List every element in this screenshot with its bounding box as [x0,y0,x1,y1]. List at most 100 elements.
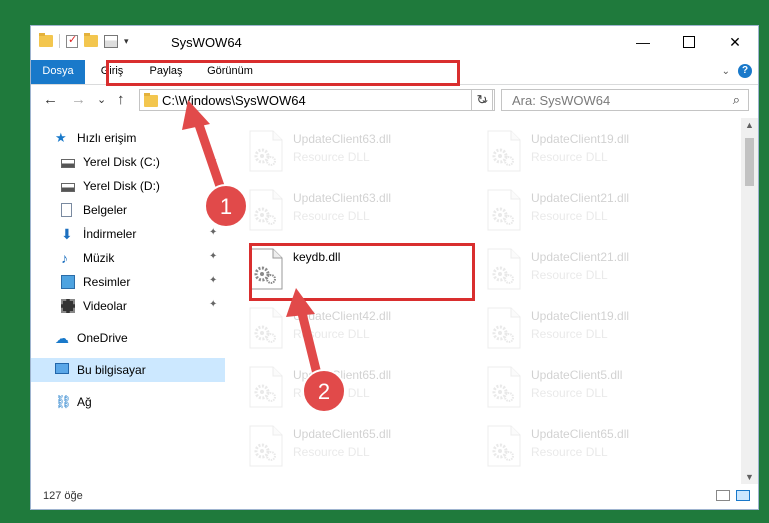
help-icon[interactable]: ? [738,64,752,78]
video-icon [61,299,75,313]
address-highlight-box [106,60,460,86]
drive-icon [61,183,75,192]
file-type: Resource DLL [293,150,370,164]
network-icon: ⛓ [55,394,72,409]
search-box[interactable]: Ara: SysWOW64 ⌕ [501,89,749,111]
nav-item-videos[interactable]: Videolar ✦ [31,294,225,318]
file-item[interactable]: UpdateClient65.dll Resource DLL [249,362,469,414]
dll-file-icon [249,189,283,231]
file-list: UpdateClient63.dll Resource DLL UpdateClie… [225,118,745,484]
nav-item-onedrive[interactable]: ☁ OneDrive [31,326,225,350]
file-name: UpdateClient63.dll [293,191,392,205]
dll-file-icon [487,425,521,467]
nav-item-quick-access[interactable]: ★ Hızlı erişim [31,126,225,150]
vertical-scrollbar[interactable]: ▲ ▼ [741,118,758,484]
customize-toolbar-dropdown-icon[interactable]: ▾ [124,36,129,47]
expand-ribbon-chevron-icon[interactable]: ⌄ [722,66,730,77]
details-view-icon[interactable] [716,490,730,501]
file-item[interactable]: UpdateClient63.dll Resource DLL [249,185,469,237]
file-item[interactable]: UpdateClient5.dll Resource DLL [487,362,707,414]
up-button[interactable]: ↑ [117,91,125,108]
file-item[interactable]: UpdateClient21.dll Resource DLL [487,185,707,237]
forward-button[interactable]: → [71,91,86,108]
file-highlight-box [249,243,475,301]
nav-item-local-disk-d[interactable]: Yerel Disk (D:) [31,174,225,198]
dll-file-icon [249,366,283,408]
navigation-pane: ★ Hızlı erişim Yerel Disk (C:) ✦ Yerel D… [31,122,225,484]
file-type: Resource DLL [531,386,608,400]
close-button[interactable]: ✕ [712,26,758,58]
maximize-icon [683,36,695,48]
new-folder-icon[interactable] [84,33,98,47]
back-button[interactable]: ← [43,91,58,108]
search-icon[interactable]: ⌕ [733,92,740,108]
music-icon: ♪ [61,250,68,266]
navigation-bar: ← → ⌄ ↑ C:\Windows\SysWOW64 ⌄ ↻ Ara: Sys… [31,84,758,118]
file-name: UpdateClient42.dll [293,309,392,323]
drive-icon [61,159,75,168]
file-name: UpdateClient5.dll [531,368,623,382]
pin-icon[interactable]: ✦ [209,251,217,262]
maximize-button[interactable] [666,26,712,58]
file-item[interactable]: UpdateClient19.dll Resource DLL [487,126,707,178]
file-name: UpdateClient65.dll [293,427,392,441]
address-folder-icon [144,93,158,107]
dll-file-icon [249,130,283,172]
scroll-up-icon[interactable]: ▲ [741,120,758,130]
file-type: Resource DLL [293,209,370,223]
nav-item-label: Yerel Disk (C:) [83,155,160,169]
properties-check-icon[interactable] [66,33,78,48]
minimize-button[interactable]: — [620,26,666,58]
pin-icon[interactable]: ✦ [209,227,217,238]
nav-item-label: Belgeler [83,203,128,217]
nav-item-this-pc[interactable]: Bu bilgisayar [31,358,225,382]
nav-item-pictures[interactable]: Resimler ✦ [31,270,225,294]
search-input[interactable]: Ara: SysWOW64 [512,93,610,108]
nav-item-local-disk-c[interactable]: Yerel Disk (C:) ✦ [31,150,225,174]
recent-locations-button[interactable]: ⌄ [97,93,106,106]
file-name: UpdateClient19.dll [531,132,630,146]
pictures-icon [61,275,75,289]
file-type: Resource DLL [531,327,608,341]
nav-item-downloads[interactable]: ⬇ İndirmeler ✦ [31,222,225,246]
file-name: UpdateClient21.dll [531,191,630,205]
view-properties-icon[interactable] [104,34,118,48]
refresh-button[interactable]: ↻ [471,89,493,111]
dll-file-icon [487,248,521,290]
file-item[interactable]: UpdateClient19.dll Resource DLL [487,303,707,355]
nav-item-music[interactable]: ♪ Müzik ✦ [31,246,225,270]
status-bar: 127 öğe [31,485,758,509]
computer-icon [55,363,69,374]
file-item[interactable]: UpdateClient63.dll Resource DLL [249,126,469,178]
folder-icon [39,33,53,47]
download-icon: ⬇ [61,226,73,242]
pin-icon[interactable]: ✦ [209,299,217,310]
nav-item-label: Bu bilgisayar [77,363,146,377]
nav-item-network[interactable]: ⛓ Ağ [31,390,225,414]
file-item[interactable]: UpdateClient21.dll Resource DLL [487,244,707,296]
file-name: UpdateClient63.dll [293,132,392,146]
tab-file[interactable]: Dosya [31,60,85,84]
dll-file-icon [249,425,283,467]
nav-item-documents[interactable]: Belgeler [31,198,225,222]
file-name: UpdateClient19.dll [531,309,630,323]
tiles-view-icon[interactable] [736,490,750,501]
quick-access-toolbar: ▾ [39,33,129,48]
nav-item-label: Müzik [83,251,115,265]
dll-file-icon [249,307,283,349]
dll-file-icon [487,189,521,231]
nav-item-label: Resimler [83,275,131,289]
dll-file-icon [487,307,521,349]
pin-icon[interactable]: ✦ [209,275,217,286]
file-item[interactable]: UpdateClient65.dll Resource DLL [249,421,469,473]
address-path[interactable]: C:\Windows\SysWOW64 [162,93,306,108]
scroll-thumb[interactable] [745,138,754,186]
file-type: Resource DLL [293,386,370,400]
scroll-down-icon[interactable]: ▼ [741,472,758,482]
address-bar[interactable]: C:\Windows\SysWOW64 ⌄ [139,89,495,111]
item-count: 127 öğe [43,490,83,502]
file-name: UpdateClient21.dll [531,250,630,264]
file-item[interactable]: UpdateClient42.dll Resource DLL [249,303,469,355]
file-item[interactable]: UpdateClient65.dll Resource DLL [487,421,707,473]
nav-item-label: Hızlı erişim [77,131,137,145]
